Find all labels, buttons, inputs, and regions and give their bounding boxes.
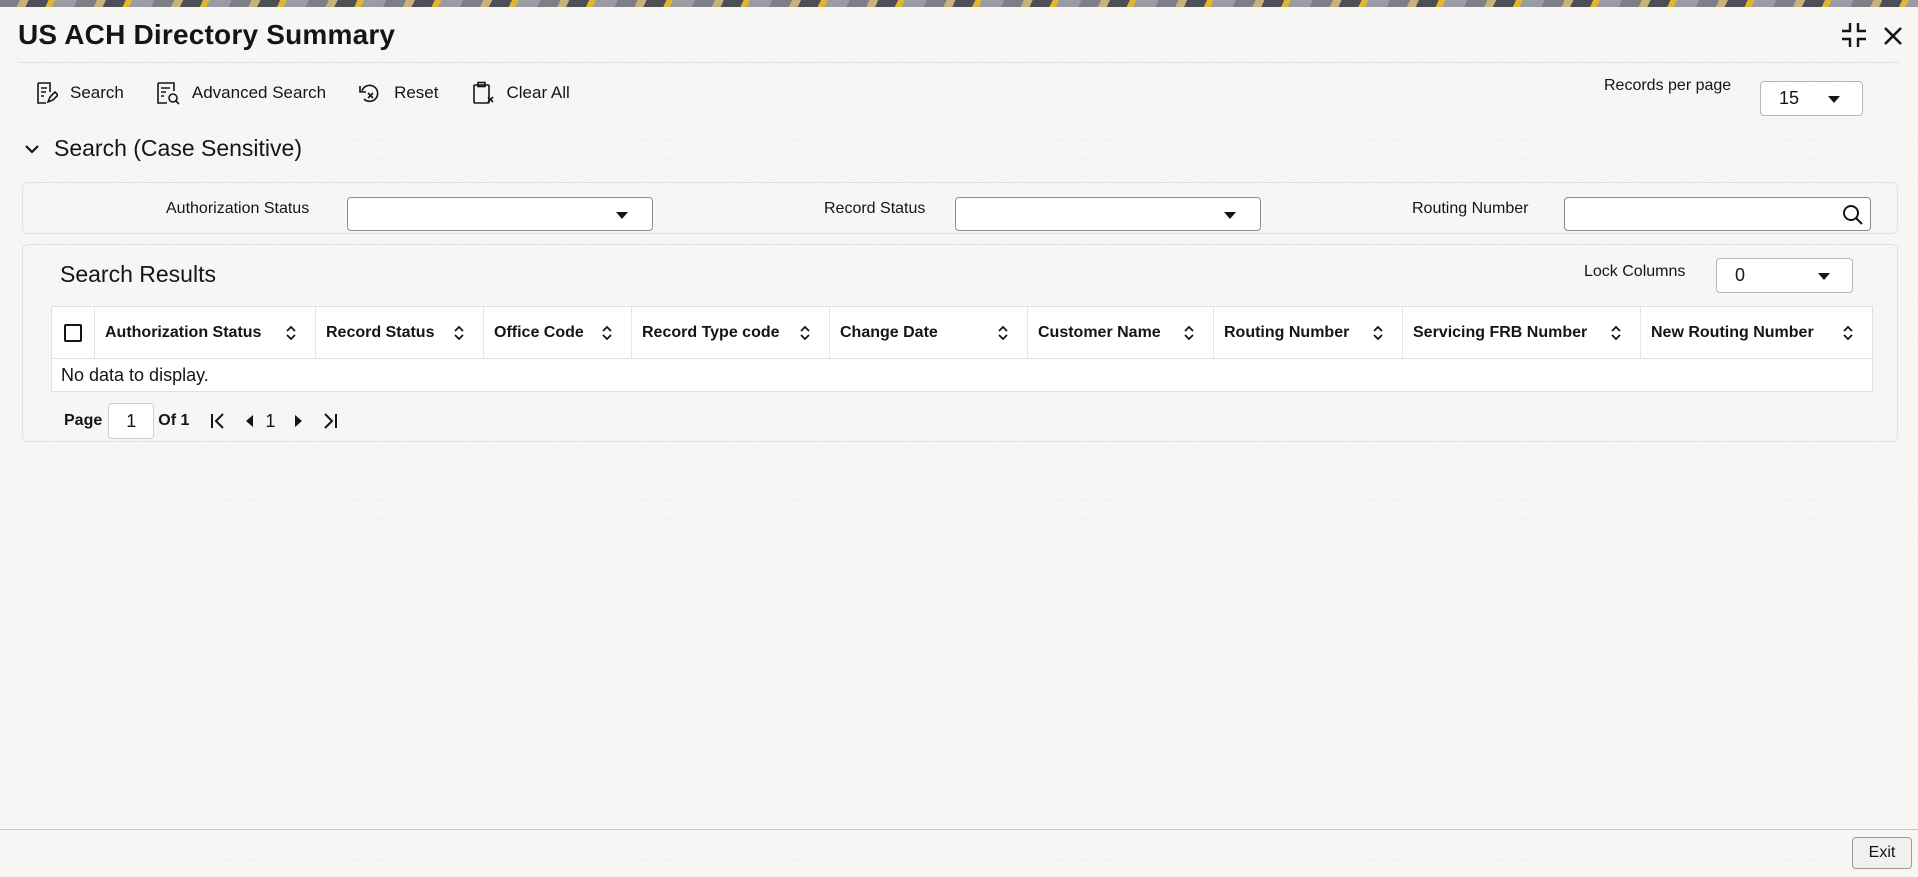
lock-columns-select[interactable]: 0 — [1716, 258, 1853, 293]
clear-all-button-label: Clear All — [506, 83, 570, 102]
column-header-authorization-status[interactable]: Authorization Status — [95, 307, 316, 358]
column-header-label: Routing Number — [1224, 323, 1350, 341]
chevron-down-icon — [1224, 212, 1236, 219]
column-header-new-routing-number[interactable]: New Routing Number — [1641, 307, 1872, 358]
search-results-title: Search Results — [60, 261, 216, 287]
lock-columns-label: Lock Columns — [1584, 263, 1686, 280]
column-header-label: Authorization Status — [105, 323, 262, 341]
record-status-select[interactable] — [955, 197, 1261, 231]
search-results-panel: Search Results Lock Columns 0 Authorizat… — [22, 244, 1898, 442]
advanced-search-button-label: Advanced Search — [191, 83, 327, 102]
sort-icon[interactable] — [997, 324, 1009, 342]
search-section-title: Search (Case Sensitive) — [54, 135, 302, 161]
sort-icon[interactable] — [799, 324, 811, 342]
column-header-record-type-code[interactable]: Record Type code — [632, 307, 830, 358]
sort-icon[interactable] — [285, 324, 297, 342]
column-header-label: New Routing Number — [1651, 323, 1814, 341]
column-header-change-date[interactable]: Change Date — [830, 307, 1028, 358]
exit-button[interactable]: Exit — [1852, 837, 1912, 869]
column-header-label: Servicing FRB Number — [1413, 323, 1588, 341]
search-icon[interactable] — [1842, 204, 1864, 226]
select-all-checkbox[interactable] — [64, 323, 82, 342]
page-label: Page — [64, 412, 103, 429]
top-banner-strip — [0, 0, 1918, 7]
page-number-input[interactable]: 1 — [108, 403, 155, 439]
title-divider — [18, 62, 1900, 63]
first-page-icon[interactable] — [209, 412, 227, 430]
pagination: Page 1 Of 1 1 — [64, 403, 353, 439]
reset-button-label: Reset — [394, 83, 439, 102]
routing-number-label: Routing Number — [1412, 200, 1529, 217]
close-icon[interactable] — [1882, 24, 1904, 52]
toolbar: Search Advanced Search Reset Clear All — [34, 81, 570, 105]
current-page-number: 1 — [265, 410, 276, 431]
window-controls — [1840, 21, 1904, 54]
search-button[interactable]: Search — [34, 81, 124, 105]
column-header-label: Record Status — [326, 323, 435, 341]
sort-icon[interactable] — [1372, 324, 1384, 342]
column-header-label: Customer Name — [1038, 323, 1161, 341]
sort-icon[interactable] — [601, 324, 613, 342]
results-table: Authorization Status Record Status Offic… — [51, 306, 1873, 392]
page-number-value: 1 — [126, 410, 137, 431]
column-header-office-code[interactable]: Office Code — [484, 307, 632, 358]
authorization-status-select[interactable] — [347, 197, 653, 231]
column-header-customer-name[interactable]: Customer Name — [1028, 307, 1214, 358]
search-doc-icon — [37, 82, 58, 104]
chevron-down-icon — [1818, 272, 1830, 280]
last-page-icon[interactable] — [321, 412, 339, 430]
search-button-label: Search — [70, 83, 124, 102]
search-criteria-panel: Authorization Status Record Status Routi… — [22, 182, 1898, 234]
records-per-page-select[interactable]: 15 — [1760, 81, 1863, 116]
sort-icon[interactable] — [453, 324, 465, 342]
select-all-cell — [52, 307, 95, 358]
lock-columns-value: 0 — [1735, 265, 1746, 285]
collapse-icon[interactable] — [1840, 21, 1868, 54]
chevron-down-icon — [1828, 95, 1840, 103]
column-header-servicing-frb-number[interactable]: Servicing FRB Number — [1403, 307, 1641, 358]
footer-divider — [0, 829, 1918, 830]
summary-window: US ACH Directory Summary Search Advanced… — [0, 7, 1918, 877]
column-header-routing-number[interactable]: Routing Number — [1214, 307, 1403, 358]
advanced-search-button[interactable]: Advanced Search — [156, 81, 326, 105]
reset-button[interactable]: Reset — [358, 81, 439, 105]
search-section-toggle[interactable]: Search (Case Sensitive) — [24, 135, 302, 162]
previous-page-icon[interactable] — [241, 412, 259, 430]
column-header-record-status[interactable]: Record Status — [316, 307, 484, 358]
records-per-page-value: 15 — [1779, 88, 1800, 108]
empty-table-message: No data to display. — [61, 364, 209, 385]
sort-icon[interactable] — [1183, 324, 1195, 342]
sort-icon[interactable] — [1842, 324, 1854, 342]
chevron-down-icon — [25, 144, 39, 154]
column-header-label: Change Date — [840, 323, 938, 341]
clear-all-button[interactable]: Clear All — [471, 81, 570, 105]
authorization-status-label: Authorization Status — [166, 200, 310, 217]
record-status-label: Record Status — [824, 200, 926, 217]
records-per-page-label: Records per page — [1604, 77, 1732, 94]
routing-number-input[interactable] — [1564, 197, 1871, 231]
reset-icon — [359, 84, 379, 103]
page-total-label: Of 1 — [158, 412, 190, 429]
column-header-label: Office Code — [494, 323, 584, 341]
next-page-icon[interactable] — [289, 412, 307, 430]
chevron-down-icon — [616, 212, 628, 219]
advanced-search-icon — [157, 82, 180, 105]
page-title: US ACH Directory Summary — [18, 19, 396, 50]
sort-icon[interactable] — [1610, 324, 1622, 342]
table-header-row: Authorization Status Record Status Offic… — [52, 307, 1872, 359]
column-header-label: Record Type code — [642, 323, 780, 341]
clipboard-clear-icon — [472, 81, 494, 104]
